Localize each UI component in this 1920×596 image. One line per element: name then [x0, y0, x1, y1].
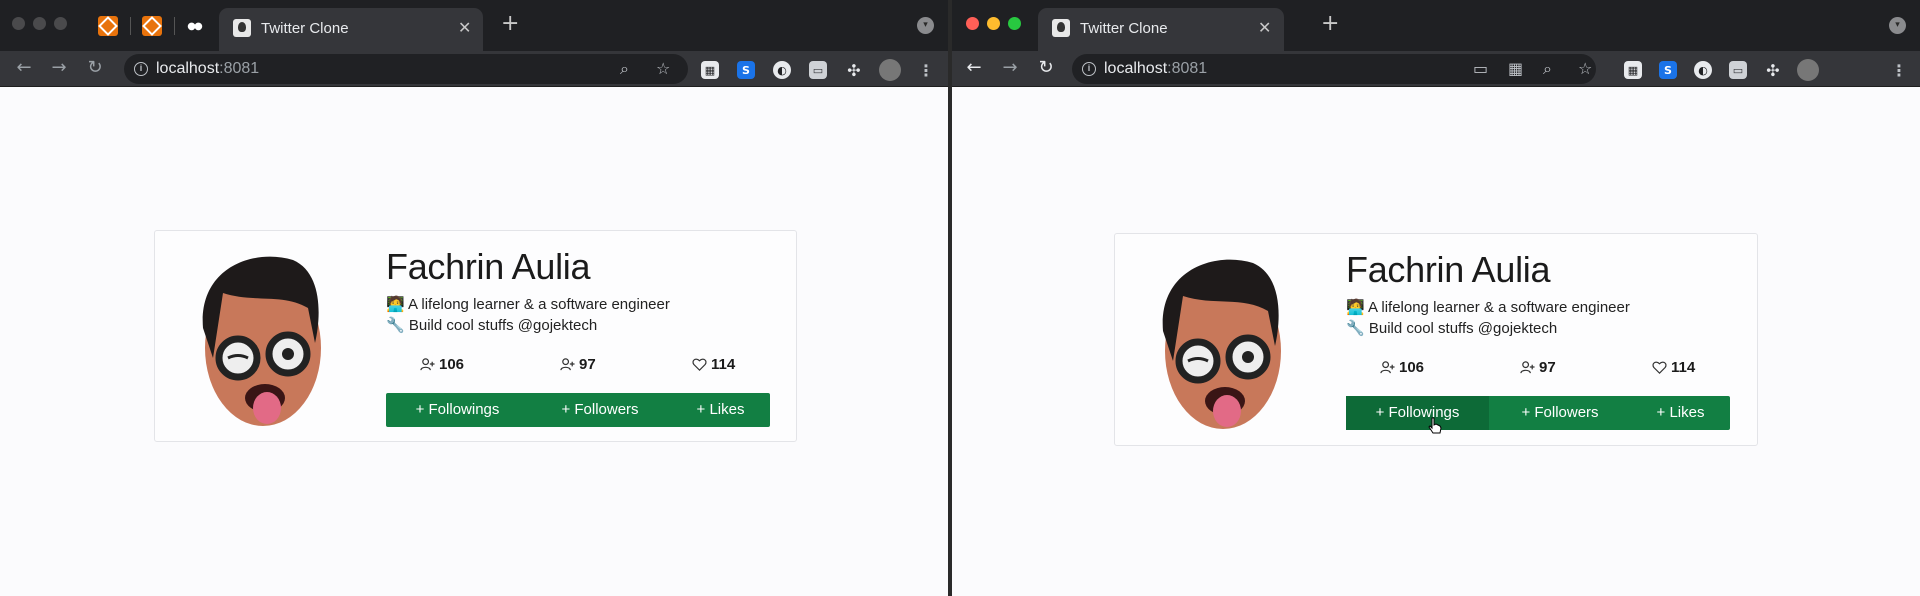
likes-stat: 114	[1652, 359, 1695, 376]
window-controls-inactive[interactable]	[12, 17, 67, 30]
tab-favicon-icon	[1052, 19, 1070, 37]
tab-close-icon[interactable]: ✕	[458, 18, 471, 37]
pinned-tab-medium-icon[interactable]	[184, 16, 204, 36]
heart-icon	[692, 358, 707, 371]
tab-title: Twitter Clone	[1080, 20, 1168, 37]
profile-card: Fachrin Aulia 🧑‍💻 A lifelong learner & a…	[154, 230, 797, 442]
followings-button[interactable]: + Followings	[1346, 396, 1489, 430]
profile-name: Fachrin Aulia	[1346, 249, 1551, 290]
browser-window-right: Twitter Clone ✕ + ▾ ← → ↻ i localhost:80…	[952, 0, 1920, 596]
likes-count: 114	[711, 356, 736, 373]
followers-stat: 97	[1520, 359, 1556, 376]
qr-extension-icon[interactable]: ▦	[701, 61, 719, 79]
likes-stat: 114	[692, 356, 735, 373]
kebab-menu-icon[interactable]: ⋮	[1890, 61, 1908, 80]
zoom-icon[interactable]: ⌕	[1543, 59, 1552, 79]
heart-icon	[1652, 361, 1667, 374]
person-add-icon	[1520, 361, 1535, 374]
apps-icon[interactable]: ▦	[1508, 59, 1523, 78]
window-controls[interactable]	[966, 17, 1021, 30]
reload-icon[interactable]: ↻	[1033, 55, 1059, 81]
bio-line-2: 🔧 Build cool stuffs @gojektech	[386, 317, 598, 334]
tab-title: Twitter Clone	[261, 20, 349, 37]
new-tab-icon[interactable]: +	[501, 11, 519, 36]
likes-button[interactable]: + Likes	[1631, 396, 1730, 430]
pinned-tab-orange-icon[interactable]	[98, 16, 118, 36]
forward-icon[interactable]: →	[46, 55, 72, 81]
likes-button[interactable]: + Likes	[671, 393, 770, 427]
back-icon[interactable]: ←	[961, 55, 987, 81]
chat-extension-icon[interactable]: ▭	[809, 61, 827, 79]
reload-icon[interactable]: ↻	[82, 55, 108, 81]
star-icon[interactable]: ☆	[656, 59, 670, 78]
followers-count: 97	[579, 356, 596, 373]
tab-twitter-clone[interactable]: Twitter Clone ✕	[1038, 8, 1284, 51]
followers-button[interactable]: + Followers	[529, 393, 671, 427]
kebab-menu-icon[interactable]: ⋮	[917, 61, 935, 80]
maximize-window-icon[interactable]	[1008, 17, 1021, 30]
chat-extension-icon[interactable]: ▭	[1729, 61, 1747, 79]
followings-count: 106	[439, 356, 465, 373]
followers-count: 97	[1539, 359, 1556, 376]
puzzle-icon[interactable]: ✣	[845, 61, 863, 80]
profile-name: Fachrin Aulia	[386, 246, 591, 287]
hand-pointer-icon	[1428, 417, 1442, 434]
s-extension-icon[interactable]: S	[737, 61, 755, 79]
circle-extension-icon[interactable]: ◐	[1694, 61, 1712, 79]
followings-button[interactable]: + Followings	[386, 393, 529, 427]
url-text: localhost:8081	[156, 60, 260, 77]
followers-stat: 97	[560, 356, 596, 373]
followers-button[interactable]: + Followers	[1489, 396, 1631, 430]
bio-line-2: 🔧 Build cool stuffs @gojektech	[1346, 320, 1558, 337]
toolbar: ← → ↻ i localhost:8081 ▭ ▦ ⌕ ☆ ▦ S ◐ ▭ ✣…	[952, 51, 1920, 87]
browser-window-left: Twitter Clone ✕ + ▾ ← → ↻ i localhost:80…	[0, 0, 948, 596]
qr-extension-icon[interactable]: ▦	[1624, 61, 1642, 79]
minimize-window-icon[interactable]	[987, 17, 1000, 30]
bio-line-1: 🧑‍💻 A lifelong learner & a software engi…	[386, 296, 670, 313]
forward-icon[interactable]: →	[997, 55, 1023, 81]
url-text: localhost:8081	[1104, 60, 1208, 77]
memoji-avatar	[1162, 259, 1281, 429]
bio-line-1: 🧑‍💻 A lifelong learner & a software engi…	[1346, 299, 1630, 316]
person-add-icon	[560, 358, 575, 371]
close-window-icon[interactable]	[966, 17, 979, 30]
tab-favicon-icon	[233, 19, 251, 37]
page-viewport: Fachrin Aulia 🧑‍💻 A lifelong learner & a…	[0, 88, 948, 596]
followings-count: 106	[1399, 359, 1425, 376]
person-add-icon	[420, 358, 435, 371]
tab-separator	[174, 17, 175, 35]
action-button-group: + Followings + Followers + Likes	[386, 393, 770, 427]
s-extension-icon[interactable]: S	[1659, 61, 1677, 79]
back-icon[interactable]: ←	[11, 55, 37, 81]
likes-count: 114	[1671, 359, 1696, 376]
zoom-icon[interactable]: ⌕	[620, 59, 629, 79]
action-button-group: + Followings + Followers + Likes	[1346, 396, 1730, 430]
pinned-tab-orange-icon[interactable]	[142, 16, 162, 36]
tab-search-icon[interactable]: ▾	[1889, 17, 1906, 34]
info-icon[interactable]: i	[1082, 62, 1096, 76]
address-bar[interactable]: i localhost:8081 ⌕ ☆	[124, 54, 688, 84]
page-viewport: Fachrin Aulia 🧑‍💻 A lifelong learner & a…	[952, 88, 1920, 596]
profile-avatar-icon[interactable]	[1797, 59, 1819, 81]
cast-icon[interactable]: ▭	[1473, 59, 1488, 78]
toolbar: ← → ↻ i localhost:8081 ⌕ ☆ ▦ S ◐ ▭ ✣ ⋮	[0, 51, 948, 87]
circle-extension-icon[interactable]: ◐	[773, 61, 791, 79]
address-bar[interactable]: i localhost:8081 ▭ ▦ ⌕ ☆	[1072, 54, 1596, 84]
tab-close-icon[interactable]: ✕	[1258, 18, 1271, 37]
tab-twitter-clone[interactable]: Twitter Clone ✕	[219, 8, 483, 51]
new-tab-icon[interactable]: +	[1321, 11, 1339, 36]
tab-separator	[130, 17, 131, 35]
followings-stat: 106	[1380, 359, 1424, 376]
profile-avatar-icon[interactable]	[879, 59, 901, 81]
tab-strip: Twitter Clone ✕ + ▾	[0, 0, 948, 51]
tab-search-icon[interactable]: ▾	[917, 17, 934, 34]
star-icon[interactable]: ☆	[1578, 59, 1592, 78]
profile-card: Fachrin Aulia 🧑‍💻 A lifelong learner & a…	[1114, 233, 1758, 446]
tab-strip: Twitter Clone ✕ + ▾	[952, 0, 1920, 51]
memoji-avatar	[202, 256, 321, 426]
followings-stat: 106	[420, 356, 464, 373]
info-icon[interactable]: i	[134, 62, 148, 76]
puzzle-icon[interactable]: ✣	[1764, 61, 1782, 80]
person-add-icon	[1380, 361, 1395, 374]
